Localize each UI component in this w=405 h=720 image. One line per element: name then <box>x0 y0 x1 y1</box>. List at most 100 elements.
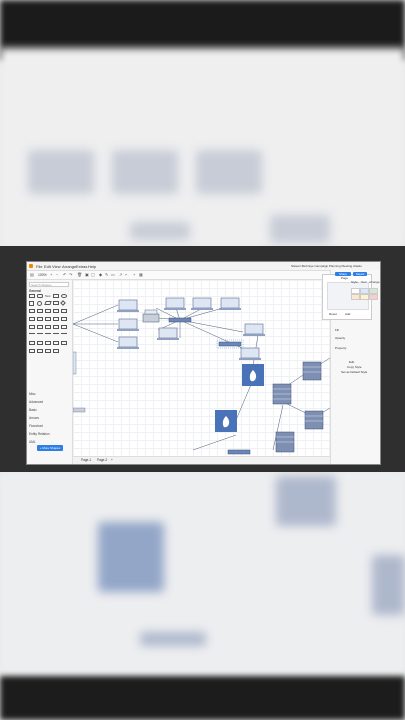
zoom-in-icon[interactable]: + <box>50 273 54 277</box>
printer-node[interactable] <box>142 309 160 323</box>
tab-page-1[interactable]: Page-1 <box>81 458 91 462</box>
shape-38[interactable] <box>45 349 51 353</box>
section-entity-relation[interactable]: Entity Relation <box>29 432 50 436</box>
diagram-canvas[interactable] <box>73 280 330 456</box>
fill-label[interactable]: Fill <box>335 328 339 332</box>
rectangle-shape[interactable] <box>29 294 35 298</box>
to-back-icon[interactable]: ▢ <box>91 273 95 277</box>
tab-style[interactable]: Style <box>351 280 358 284</box>
save-button[interactable]: Saved <box>353 272 367 276</box>
firewall-bottom[interactable] <box>215 410 237 432</box>
square-shape[interactable] <box>29 301 34 306</box>
menu-file[interactable]: File <box>36 264 42 269</box>
section-uml[interactable]: UML <box>29 440 36 444</box>
network-switch[interactable] <box>168 317 192 323</box>
textbox-shape[interactable] <box>53 294 59 298</box>
workstation-top-1[interactable] <box>191 297 213 310</box>
callout-shape[interactable] <box>53 309 59 313</box>
step-shape[interactable] <box>37 317 43 321</box>
undo-icon[interactable]: ↶ <box>63 273 67 277</box>
swatch-yellow[interactable] <box>360 294 369 300</box>
reset-button[interactable]: Reset <box>329 312 337 316</box>
sidebar-toggle-icon[interactable]: ▤ <box>30 273 34 277</box>
section-basic[interactable]: Basic <box>29 408 37 412</box>
rounded-rectangle-shape[interactable] <box>37 294 43 298</box>
dashed-line-shape[interactable] <box>37 333 43 337</box>
server-rack-3[interactable] <box>304 410 324 430</box>
workstation-left-1[interactable] <box>117 299 139 312</box>
add-page-icon[interactable]: + <box>111 458 113 462</box>
zoom-out-icon[interactable]: − <box>56 273 60 277</box>
swatch-orange[interactable] <box>351 294 360 300</box>
connection-icon[interactable]: ↗ <box>119 273 123 277</box>
ellipse-shape[interactable] <box>61 294 67 298</box>
menu-view[interactable]: View <box>52 264 61 269</box>
workstation-top-2[interactable] <box>219 297 241 310</box>
list-shape[interactable] <box>45 341 51 345</box>
note-shape[interactable] <box>37 309 43 313</box>
menu-extras[interactable]: Extras <box>76 264 87 269</box>
text-shape[interactable]: Text <box>45 294 51 298</box>
workstation-middle-3[interactable] <box>239 347 261 360</box>
bottom-hub[interactable] <box>227 449 251 455</box>
cylinder-shape[interactable] <box>29 309 35 313</box>
search-shapes-input[interactable]: Search Shapes <box>29 282 69 287</box>
workstation-left-3[interactable] <box>117 336 139 349</box>
server-rack-4[interactable] <box>275 431 295 453</box>
tab-page-2[interactable]: Page-2 <box>97 458 107 462</box>
parallelogram-shape[interactable] <box>44 301 52 305</box>
firewall-top[interactable] <box>242 364 264 386</box>
hexagon-shape[interactable] <box>53 301 59 305</box>
tab-arrange[interactable]: Arrange <box>369 280 380 284</box>
shape-39[interactable] <box>53 349 59 353</box>
card-shape[interactable] <box>45 309 51 313</box>
share-button[interactable]: Share <box>335 272 351 276</box>
list-item-shape[interactable] <box>53 341 59 345</box>
section-flowchart[interactable]: Flowchart <box>29 424 43 428</box>
workstation-middle-1[interactable] <box>157 327 179 340</box>
waypoint-icon[interactable]: ⌐ <box>125 273 129 277</box>
workstation-left-2[interactable] <box>117 318 139 331</box>
data-storage-shape[interactable] <box>61 325 67 329</box>
link-shape[interactable] <box>61 333 67 337</box>
curve-shape[interactable] <box>37 341 43 345</box>
set-default-style-button[interactable]: Set as Default Style <box>341 370 367 374</box>
menu-help[interactable]: Help <box>88 264 96 269</box>
menu-edit[interactable]: Edit <box>44 264 51 269</box>
shape-37[interactable] <box>37 349 43 353</box>
document-shape[interactable] <box>61 309 67 313</box>
connector-shape[interactable] <box>29 341 35 345</box>
actor-shape[interactable] <box>29 325 35 329</box>
redo-icon[interactable]: ↷ <box>69 273 73 277</box>
cube-shape[interactable] <box>29 317 35 321</box>
zoom-level[interactable]: 100% <box>38 273 47 277</box>
edit-style-button[interactable]: Edit <box>349 360 354 364</box>
tab-text[interactable]: Text <box>361 280 367 284</box>
internal-storage-shape[interactable] <box>61 317 67 321</box>
table-shape[interactable] <box>61 341 67 345</box>
bidirectional-arrow-shape[interactable] <box>53 333 59 337</box>
container-shape[interactable] <box>53 325 59 329</box>
more-shapes-button[interactable]: + More Shapes <box>37 445 63 451</box>
trapezoid-shape[interactable] <box>45 317 51 321</box>
diamond-shape[interactable] <box>60 300 66 306</box>
line-color-icon[interactable]: ✎ <box>105 273 109 277</box>
server-rack-2[interactable] <box>302 361 322 381</box>
circle-shape[interactable] <box>37 301 42 306</box>
arrow-shape[interactable] <box>45 333 51 337</box>
workstation-top-3[interactable] <box>164 297 186 310</box>
fill-color-icon[interactable]: ◆ <box>99 273 103 277</box>
shape-36[interactable] <box>29 349 35 353</box>
menu-arrange[interactable]: Arrange <box>62 264 76 269</box>
swatch-red[interactable] <box>369 294 378 300</box>
shadow-icon[interactable]: ▭ <box>111 273 115 277</box>
add-button[interactable]: Add <box>345 312 350 316</box>
server-rack-1[interactable] <box>272 383 292 405</box>
cloud-shape[interactable] <box>37 325 43 329</box>
line-shape[interactable] <box>29 333 35 337</box>
insert-icon[interactable]: + <box>133 273 137 277</box>
process-shape[interactable] <box>45 325 51 329</box>
copy-style-button[interactable]: Copy Style <box>347 365 362 369</box>
left-edge-shape[interactable] <box>73 351 86 413</box>
section-advanced[interactable]: Advanced <box>29 400 43 404</box>
